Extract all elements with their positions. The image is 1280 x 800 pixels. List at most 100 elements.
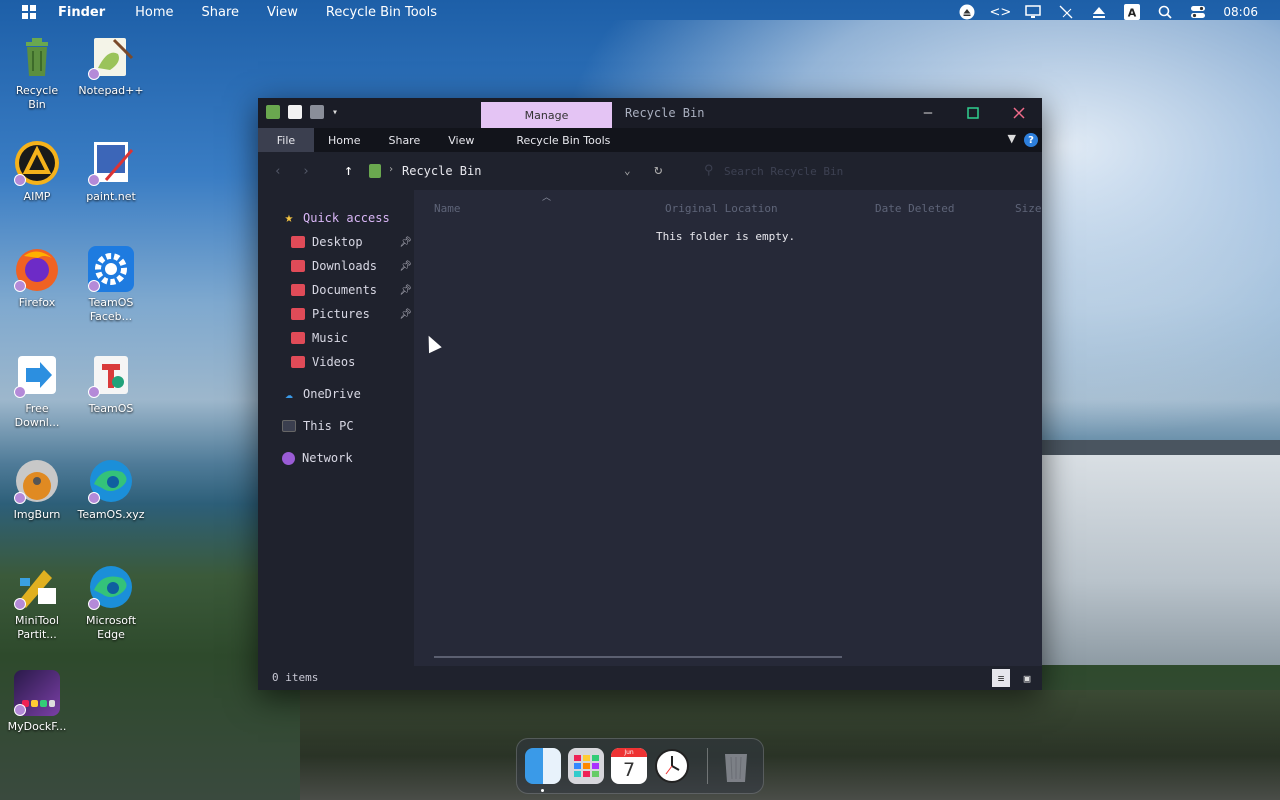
nav-downloads[interactable]: Downloads 📌︎: [258, 255, 414, 277]
back-arrow-icon[interactable]: ‹: [274, 164, 282, 179]
search-icon[interactable]: [1157, 4, 1173, 20]
desktop-icon-minitool[interactable]: MiniTool Partit...: [0, 564, 74, 642]
desktop-icon-teamos-facebook[interactable]: TeamOS Faceb...: [74, 246, 148, 324]
up-arrow-icon[interactable]: ↑: [344, 161, 353, 179]
upload-icon[interactable]: [1091, 4, 1107, 20]
desktop-icon-paintnet[interactable]: paint.net: [74, 140, 148, 204]
column-header-date-deleted[interactable]: Date Deleted: [875, 202, 954, 215]
nav-videos[interactable]: Videos: [258, 351, 414, 373]
horizontal-scrollbar[interactable]: [434, 656, 842, 658]
clock-icon[interactable]: [654, 748, 690, 784]
nav-documents[interactable]: Documents 📌︎: [258, 279, 414, 301]
nav-label: Quick access: [303, 211, 390, 225]
nav-desktop[interactable]: Desktop 📌︎: [258, 231, 414, 253]
pin-icon[interactable]: 📌︎: [399, 309, 412, 320]
pin-icon[interactable]: 📌︎: [399, 261, 412, 272]
close-button[interactable]: [1009, 103, 1029, 123]
address-bar-row: ‹ › ↑ › Recycle Bin ⌄ ↻ ⚲: [258, 152, 1042, 190]
desktop-icon-recycle-bin[interactable]: Recycle Bin: [0, 34, 74, 112]
ribbon-tabs: File Home Share View Recycle Bin Tools ▼…: [258, 128, 1042, 152]
title-bar[interactable]: ▾ Manage Recycle Bin —: [258, 98, 1042, 128]
nav-quick-access[interactable]: ★ Quick access: [258, 207, 414, 229]
tab-recycle-bin-tools[interactable]: Recycle Bin Tools: [502, 128, 624, 152]
desktop-icon-label: Notepad++: [78, 84, 144, 97]
maximize-button[interactable]: [963, 103, 983, 123]
nav-onedrive[interactable]: ☁ OneDrive: [258, 383, 414, 405]
address-dropdown-chevron-icon[interactable]: ⌄: [624, 164, 631, 177]
desktop-icon-firefox[interactable]: Firefox: [0, 246, 74, 310]
desktop-icon-aimp[interactable]: AIMP: [0, 140, 74, 204]
eject-icon[interactable]: [959, 4, 975, 20]
nav-music[interactable]: Music: [258, 327, 414, 349]
calendar-day: 7: [622, 759, 636, 781]
notepadpp-icon: [88, 34, 134, 80]
code-icon[interactable]: <>: [990, 4, 1012, 20]
nav-pictures[interactable]: Pictures 📌︎: [258, 303, 414, 325]
menu-recycle-bin-tools[interactable]: Recycle Bin Tools: [326, 5, 437, 20]
nav-this-pc[interactable]: This PC: [258, 415, 414, 437]
desktop-icon-label: ImgBurn: [13, 508, 61, 521]
column-header-size[interactable]: Size: [1015, 202, 1042, 215]
pen-off-icon[interactable]: [1058, 4, 1074, 20]
desktop-icon-label: TeamOS.xyz: [77, 508, 145, 521]
network-icon: [282, 451, 295, 465]
desktop-icon-microsoft-edge[interactable]: Microsoft Edge: [74, 564, 148, 642]
dock: Jun 7: [516, 738, 764, 794]
tab-home[interactable]: Home: [314, 128, 374, 152]
edge-icon: [88, 564, 134, 610]
wallpaper-sea: [1040, 455, 1280, 665]
pin-icon[interactable]: 📌︎: [399, 285, 412, 296]
windows-logo-icon[interactable]: [22, 5, 36, 19]
calendar-icon[interactable]: Jun 7: [611, 748, 647, 784]
paintnet-icon: [88, 140, 134, 186]
finder-icon[interactable]: [525, 748, 561, 784]
nav-network[interactable]: Network: [258, 447, 414, 469]
clock[interactable]: 08:06: [1223, 5, 1258, 19]
status-bar: 0 items ≡ ▣: [258, 666, 1042, 690]
menu-finder[interactable]: Finder: [58, 5, 105, 20]
desktop-icon-mydockfinder[interactable]: MyDockF...: [0, 670, 74, 734]
tab-share[interactable]: Share: [374, 128, 434, 152]
search-icon: ⚲: [704, 163, 714, 178]
desktop-icon-teamos[interactable]: TeamOS: [74, 352, 148, 416]
properties-icon[interactable]: [288, 105, 302, 119]
breadcrumb-chevron-icon[interactable]: ›: [388, 164, 394, 175]
help-icon[interactable]: ?: [1024, 133, 1038, 147]
column-header-name[interactable]: Name: [434, 202, 461, 215]
large-icons-view-icon[interactable]: ▣: [1018, 669, 1036, 687]
control-center-icon[interactable]: [1190, 4, 1206, 20]
tab-file[interactable]: File: [258, 128, 314, 152]
desktop-icon-label: TeamOS: [88, 296, 134, 309]
details-view-icon[interactable]: ≡: [992, 669, 1010, 687]
desktop-icon-label: AIMP: [23, 190, 51, 203]
desktop-icon-label: TeamOS: [88, 402, 134, 415]
sort-ascending-icon: ︿: [542, 193, 552, 203]
desktop-icon-imgburn[interactable]: ImgBurn: [0, 458, 74, 522]
manage-tab[interactable]: Manage: [481, 102, 612, 128]
desktop-icon-teamos-xyz[interactable]: TeamOS.xyz: [74, 458, 148, 522]
minimize-button[interactable]: —: [918, 103, 938, 123]
desktop-icon-notepadpp[interactable]: Notepad++: [74, 34, 148, 98]
monitor-icon[interactable]: [1025, 4, 1042, 20]
trash-icon[interactable]: [718, 748, 754, 784]
pin-icon[interactable]: 📌︎: [399, 237, 412, 248]
font-icon[interactable]: A: [1124, 4, 1141, 20]
nav-label: Network: [302, 451, 353, 465]
recycle-bin-icon: [14, 34, 60, 80]
search-input[interactable]: [724, 161, 1024, 181]
breadcrumb[interactable]: Recycle Bin: [402, 164, 481, 178]
column-header-original-location[interactable]: Original Location: [665, 202, 778, 215]
tab-view[interactable]: View: [434, 128, 488, 152]
desktop-icon-free-download[interactable]: Free Downl...: [0, 352, 74, 430]
file-list[interactable]: Name ︿ Original Location Date Deleted Si…: [414, 190, 1042, 666]
forward-arrow-icon[interactable]: ›: [302, 164, 310, 179]
launchpad-icon[interactable]: [568, 748, 604, 784]
menu-share[interactable]: Share: [202, 5, 240, 20]
mydockfinder-icon: [14, 670, 60, 716]
refresh-icon[interactable]: ↻: [654, 162, 662, 178]
menu-view[interactable]: View: [267, 5, 298, 20]
expand-ribbon-chevron-icon[interactable]: ▼: [1008, 132, 1016, 145]
customize-qat-chevron-icon[interactable]: ▾: [332, 107, 338, 118]
menu-home[interactable]: Home: [135, 5, 173, 20]
new-folder-icon[interactable]: [310, 105, 324, 119]
